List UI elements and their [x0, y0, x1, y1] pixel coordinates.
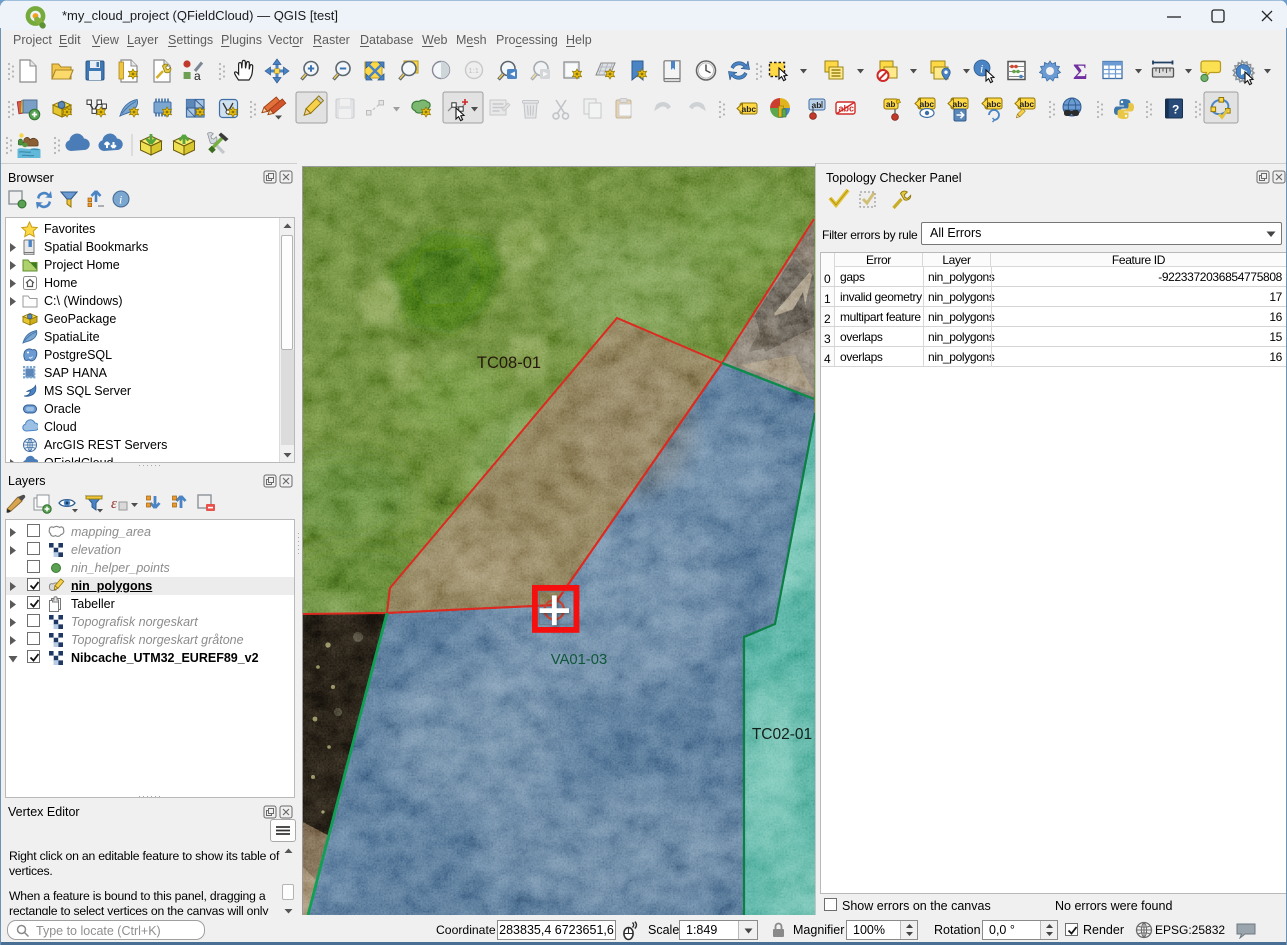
svg-text:?: ?	[1172, 103, 1179, 117]
svg-text:ε: ε	[111, 496, 117, 512]
svg-text:i: i	[119, 193, 122, 207]
svg-text:a: a	[194, 69, 201, 83]
svg-text:TC08-01: TC08-01	[477, 354, 541, 372]
svg-text:VA01-03: VA01-03	[551, 652, 608, 668]
svg-text:ab: ab	[886, 100, 895, 109]
svg-text:i: i	[980, 62, 983, 76]
svg-text:TC02-01: TC02-01	[752, 726, 812, 743]
svg-text:1:1: 1:1	[469, 66, 479, 75]
svg-text:abc: abc	[839, 104, 855, 114]
svg-text:Σ: Σ	[1073, 59, 1087, 84]
